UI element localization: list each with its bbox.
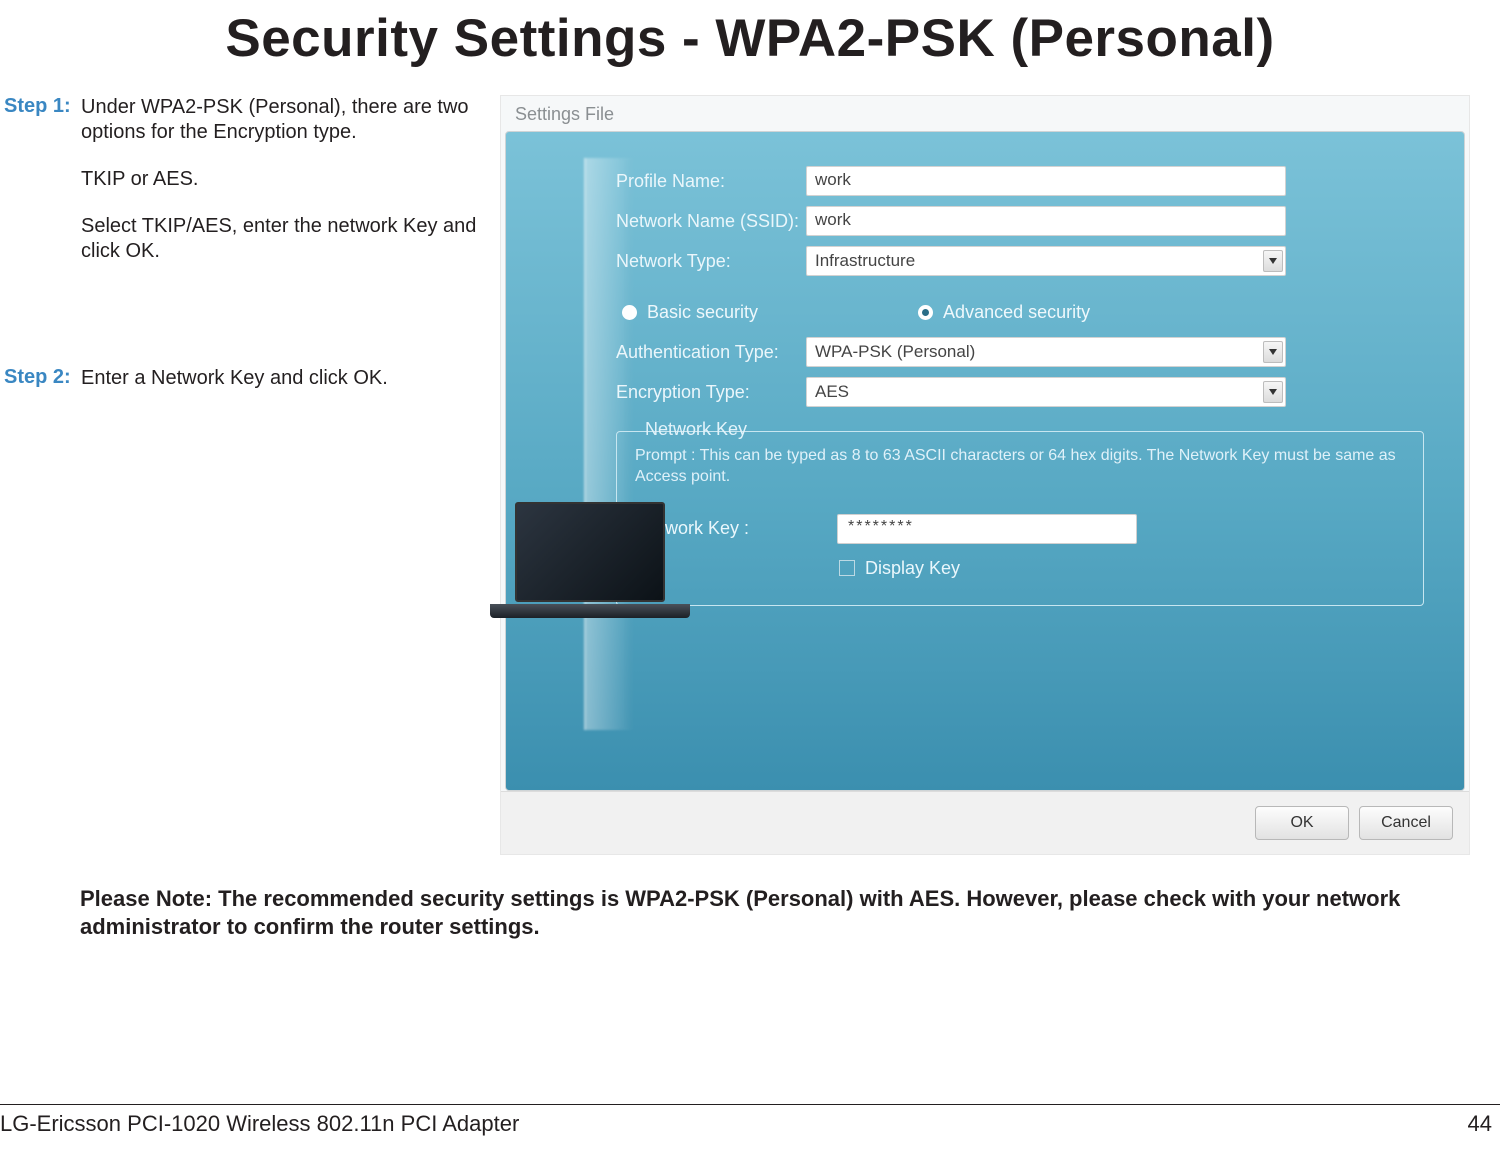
footer-product-name: LG-Ericsson PCI-1020 Wireless 802.11n PC…: [0, 1111, 519, 1137]
ssid-input[interactable]: work: [806, 206, 1286, 236]
step1-line1: Under WPA2-PSK (Personal), there are two…: [81, 95, 500, 145]
network-key-input[interactable]: ********: [837, 514, 1137, 544]
auth-type-select[interactable]: WPA-PSK (Personal): [806, 337, 1286, 367]
page-footer: LG-Ericsson PCI-1020 Wireless 802.11n PC…: [0, 1104, 1500, 1137]
radio-icon: [918, 305, 933, 320]
ssid-label: Network Name (SSID):: [536, 211, 806, 232]
basic-security-radio[interactable]: Basic security: [622, 302, 758, 323]
auth-type-value: WPA-PSK (Personal): [815, 342, 975, 362]
dialog-tab-label: Settings File: [501, 96, 1469, 131]
step1-line2: TKIP or AES.: [81, 167, 500, 192]
step2-body: Enter a Network Key and click OK.: [81, 366, 388, 413]
advanced-security-radio[interactable]: Advanced security: [918, 302, 1090, 323]
step2-line1: Enter a Network Key and click OK.: [81, 366, 388, 391]
step1-line3: Select TKIP/AES, enter the network Key a…: [81, 214, 500, 264]
encryption-type-value: AES: [815, 382, 849, 402]
basic-security-label: Basic security: [647, 302, 758, 323]
step1-body: Under WPA2-PSK (Personal), there are two…: [81, 95, 500, 286]
dropdown-arrow-icon: [1263, 381, 1283, 403]
encryption-type-label: Encryption Type:: [536, 382, 806, 403]
auth-type-label: Authentication Type:: [536, 342, 806, 363]
network-type-value: Infrastructure: [815, 251, 915, 271]
dropdown-arrow-icon: [1263, 250, 1283, 272]
cancel-button[interactable]: Cancel: [1359, 806, 1453, 840]
network-key-panel: Network Key Prompt : This can be typed a…: [616, 431, 1424, 606]
network-key-hint: Prompt : This can be typed as 8 to 63 AS…: [635, 446, 1405, 488]
display-key-label: Display Key: [865, 558, 960, 579]
page-number: 44: [1468, 1111, 1500, 1137]
encryption-type-select[interactable]: AES: [806, 377, 1286, 407]
step1-label: Step 1:: [4, 95, 81, 286]
settings-dialog-screenshot: Settings File Profile Name: work Network…: [500, 95, 1470, 855]
step2-label: Step 2:: [4, 366, 81, 413]
please-note-text: Please Note: The recommended security se…: [80, 885, 1480, 940]
instructions-column: Step 1: Under WPA2-PSK (Personal), there…: [0, 95, 500, 855]
display-key-checkbox[interactable]: Display Key: [635, 558, 1405, 579]
ok-button[interactable]: OK: [1255, 806, 1349, 840]
network-type-label: Network Type:: [536, 251, 806, 272]
network-key-group-label: Network Key: [639, 419, 753, 440]
checkbox-icon: [839, 560, 855, 576]
profile-name-input[interactable]: work: [806, 166, 1286, 196]
dropdown-arrow-icon: [1263, 341, 1283, 363]
profile-name-label: Profile Name:: [536, 171, 806, 192]
page-title: Security Settings - WPA2-PSK (Personal): [0, 8, 1500, 69]
advanced-security-label: Advanced security: [943, 302, 1090, 323]
laptop-illustration: [490, 502, 690, 618]
network-type-select[interactable]: Infrastructure: [806, 246, 1286, 276]
